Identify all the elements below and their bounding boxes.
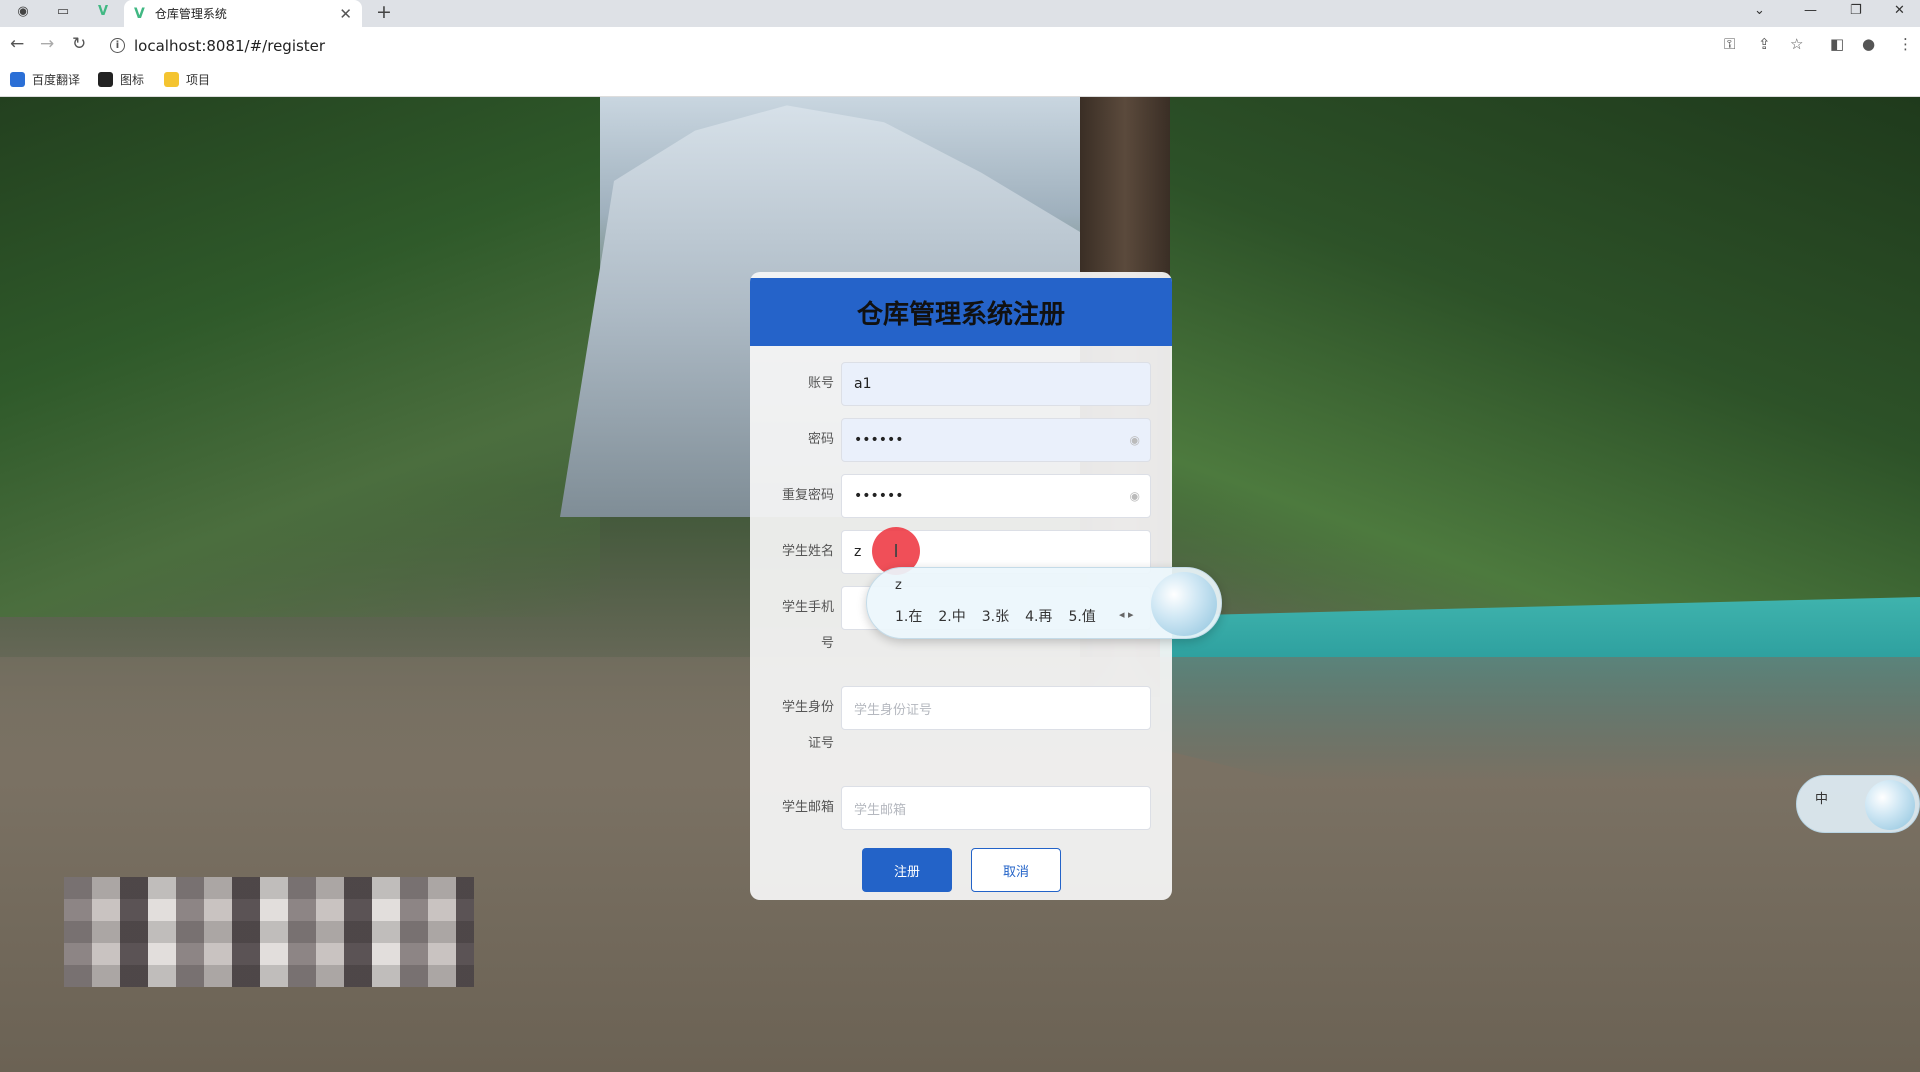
account-label: 账号 xyxy=(807,376,834,391)
cancel-button[interactable]: 取消 xyxy=(971,848,1061,892)
bookmark-label: 图标 xyxy=(120,73,145,87)
ime-status-label: 中 xyxy=(1815,792,1829,807)
blank-tab-icon[interactable]: ▭ xyxy=(50,0,76,22)
ime-status-bubble-icon xyxy=(1865,780,1915,830)
ime-bubble-icon xyxy=(1151,572,1217,636)
show-repeat-password-icon[interactable]: ◉ xyxy=(1130,489,1140,503)
close-window-button[interactable]: ✕ xyxy=(1894,0,1905,20)
ime-candidate-window[interactable]: z 1.在 2.中 3.张 4.再 5.值 ◂ ▸ xyxy=(866,567,1222,639)
password-input[interactable]: •••••• ◉ xyxy=(841,418,1151,462)
tab-search-icon[interactable]: ⌄ xyxy=(1754,0,1765,20)
url-text: localhost:8081/#/register xyxy=(134,36,326,55)
ime-candidate[interactable]: 1.在 xyxy=(895,606,922,626)
student-email-label: 学生邮箱 xyxy=(781,800,834,815)
repeat-password-input[interactable]: •••••• ◉ xyxy=(841,474,1151,518)
ime-composition: z xyxy=(895,578,902,593)
vue-tab-icon[interactable]: V xyxy=(90,0,116,22)
image-icon xyxy=(98,72,113,87)
bookmark-icons[interactable]: 图标 xyxy=(98,71,144,88)
student-id-label-line1: 学生身份 xyxy=(781,700,834,715)
new-tab-button[interactable]: + xyxy=(376,1,392,23)
folder-icon xyxy=(164,72,179,87)
tab-strip: ◉ ▭ V V 仓库管理系统 ✕ + ⌄ — ❐ ✕ xyxy=(0,0,1920,27)
background-forest-right xyxy=(1170,97,1920,617)
account-input[interactable]: a1 xyxy=(841,362,1151,406)
student-id-label-line2: 证号 xyxy=(807,736,834,751)
ime-candidate-list: 1.在 2.中 3.张 4.再 5.值 xyxy=(895,606,1096,626)
share-icon[interactable]: ⇪ xyxy=(1758,35,1771,53)
student-id-input[interactable]: 学生身份证号 xyxy=(841,686,1151,730)
translate-icon xyxy=(10,72,25,87)
student-id-placeholder: 学生身份证号 xyxy=(854,702,933,718)
student-name-label: 学生姓名 xyxy=(781,544,834,559)
forward-icon[interactable]: → xyxy=(40,34,54,54)
student-phone-label-line1: 学生手机 xyxy=(781,600,834,615)
background-forest-left xyxy=(0,97,600,617)
bookmark-baidu-translate[interactable]: 百度翻译 xyxy=(10,71,80,88)
ime-status-bar[interactable]: 中 xyxy=(1796,775,1920,833)
minimize-button[interactable]: — xyxy=(1804,0,1817,20)
close-tab-icon[interactable]: ✕ xyxy=(339,5,352,23)
ime-candidate[interactable]: 5.值 xyxy=(1068,606,1095,626)
student-id-label: 学生身份 证号 xyxy=(772,699,834,753)
ime-candidate[interactable]: 2.中 xyxy=(938,606,965,626)
student-email-placeholder: 学生邮箱 xyxy=(854,802,907,818)
key-icon[interactable]: ⚿ xyxy=(1724,35,1735,53)
globe-icon[interactable]: ◉ xyxy=(10,0,36,22)
menu-icon[interactable]: ⋮ xyxy=(1898,35,1913,53)
address-bar[interactable]: i localhost:8081/#/register xyxy=(110,33,1740,58)
back-icon[interactable]: ← xyxy=(10,34,24,54)
site-info-icon[interactable]: i xyxy=(110,38,125,53)
card-header: 仓库管理系统注册 xyxy=(750,278,1172,346)
ime-candidate[interactable]: 3.张 xyxy=(982,606,1009,626)
student-phone-label: 学生手机 号 xyxy=(772,599,834,653)
repeat-password-label: 重复密码 xyxy=(781,488,834,503)
tab-title: 仓库管理系统 xyxy=(154,7,227,21)
bookmarks-bar: 百度翻译 图标 项目 xyxy=(0,64,1920,97)
page-title: 仓库管理系统注册 xyxy=(856,299,1065,330)
restore-button[interactable]: ❐ xyxy=(1850,0,1862,20)
password-value: •••••• xyxy=(854,432,904,448)
show-password-icon[interactable]: ◉ xyxy=(1130,433,1140,447)
student-phone-label-line2: 号 xyxy=(820,636,834,651)
pixelated-watermark xyxy=(64,877,474,987)
password-label: 密码 xyxy=(807,432,834,447)
ime-page-arrows-icon[interactable]: ◂ ▸ xyxy=(1119,608,1134,621)
browser-toolbar: ← → ↻ i localhost:8081/#/register ⚿ ⇪ ☆ … xyxy=(0,27,1920,64)
repeat-password-value: •••••• xyxy=(854,488,904,504)
student-name-value: z xyxy=(854,544,862,560)
student-email-input[interactable]: 学生邮箱 xyxy=(841,786,1151,830)
reload-icon[interactable]: ↻ xyxy=(72,34,86,54)
bookmark-label: 百度翻译 xyxy=(32,73,81,87)
active-tab[interactable]: V 仓库管理系统 ✕ xyxy=(124,0,362,27)
bookmark-label: 项目 xyxy=(186,73,211,87)
star-icon[interactable]: ☆ xyxy=(1790,35,1803,53)
account-value: a1 xyxy=(854,376,872,392)
side-panel-icon[interactable]: ◧ xyxy=(1830,35,1844,53)
bookmark-project[interactable]: 项目 xyxy=(164,71,210,88)
register-button[interactable]: 注册 xyxy=(862,848,952,892)
vue-logo-icon: V xyxy=(134,5,145,22)
ime-candidate[interactable]: 4.再 xyxy=(1025,606,1052,626)
profile-icon[interactable]: ● xyxy=(1862,35,1875,53)
